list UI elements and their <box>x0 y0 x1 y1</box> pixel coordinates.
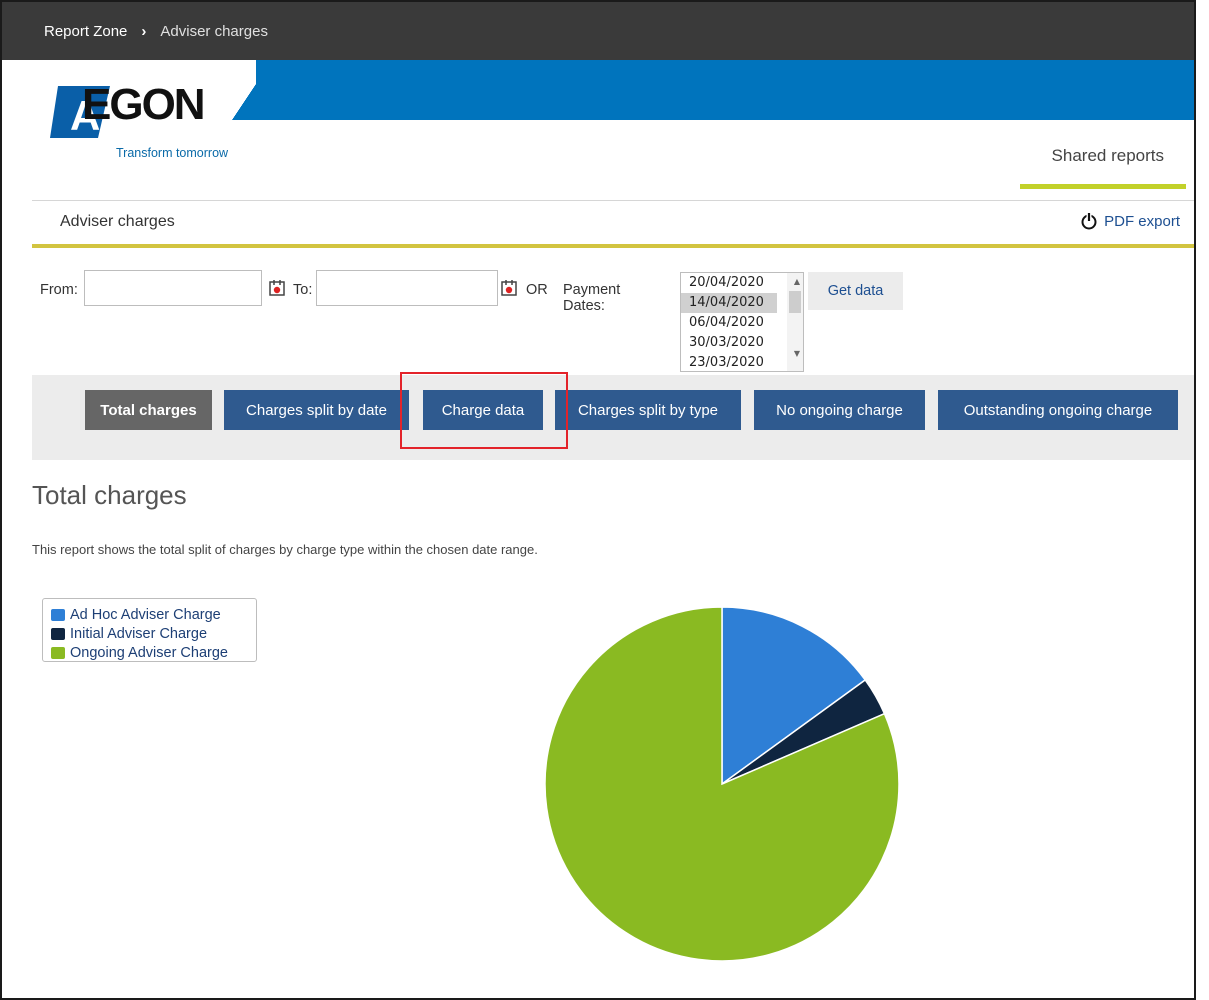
breadcrumb: Report Zone › Adviser charges <box>2 2 1194 60</box>
legend-swatch <box>51 608 65 621</box>
tab-charges-split-by-type[interactable]: Charges split by type <box>555 390 741 430</box>
legend-swatch <box>51 627 65 640</box>
legend-item[interactable]: Ad Hoc Adviser Charge <box>51 605 256 624</box>
listbox-scroll-thumb[interactable] <box>789 291 801 313</box>
legend-label: Ongoing Adviser Charge <box>70 644 228 661</box>
tab-charges-split-by-date[interactable]: Charges split by date <box>224 390 409 430</box>
tagline: Transform tomorrow <box>116 146 229 160</box>
tab-outstanding-ongoing-charge[interactable]: Outstanding ongoing charge <box>938 390 1178 430</box>
legend-swatch <box>51 646 65 659</box>
payment-dates-listbox[interactable]: 20/04/2020 14/04/2020 06/04/2020 30/03/2… <box>680 272 804 372</box>
payment-date-option[interactable]: 23/03/2020 <box>681 353 777 371</box>
payment-date-option[interactable]: 06/04/2020 <box>681 313 777 333</box>
power-icon <box>1081 212 1097 230</box>
scroll-down-icon[interactable]: ▼ <box>794 349 800 358</box>
chevron-right-icon: › <box>141 22 147 40</box>
pdf-export-button[interactable]: PDF export <box>1080 212 1180 230</box>
legend-label: Ad Hoc Adviser Charge <box>70 606 221 623</box>
section-underline <box>32 244 1194 248</box>
divider <box>32 200 1194 201</box>
tab-no-ongoing-charge[interactable]: No ongoing charge <box>754 390 925 430</box>
to-date-input[interactable] <box>316 270 498 306</box>
payment-date-option[interactable]: 20/04/2020 <box>681 273 777 293</box>
payment-date-option[interactable]: 30/03/2020 <box>681 333 777 353</box>
breadcrumb-root-link[interactable]: Report Zone <box>44 23 127 40</box>
payment-date-option-selected[interactable]: 14/04/2020 <box>681 293 777 313</box>
calendar-icon[interactable] <box>501 280 517 296</box>
pie-chart <box>544 606 900 962</box>
calendar-icon[interactable] <box>269 280 285 296</box>
or-label: OR <box>526 282 548 298</box>
chart-legend: Ad Hoc Adviser Charge Initial Adviser Ch… <box>42 598 257 662</box>
report-title: Total charges <box>32 480 187 510</box>
legend-item[interactable]: Initial Adviser Charge <box>51 624 256 643</box>
tab-total-charges[interactable]: Total charges <box>85 390 212 430</box>
nav-shared-reports[interactable]: Shared reports <box>1052 146 1164 166</box>
logo-wordmark: EGON <box>82 80 206 129</box>
tab-charge-data[interactable]: Charge data <box>423 390 543 430</box>
legend-item[interactable]: Ongoing Adviser Charge <box>51 643 256 662</box>
from-date-input[interactable] <box>84 270 262 306</box>
active-nav-underline <box>1020 184 1186 189</box>
brand-band <box>256 60 1194 120</box>
report-window: Report Zone › Adviser charges A EGON Tra… <box>0 0 1196 1000</box>
from-label: From: <box>40 282 78 298</box>
payment-dates-label: Payment Dates: <box>563 282 621 314</box>
report-description: This report shows the total split of cha… <box>32 542 538 557</box>
section-title: Adviser charges <box>60 213 175 230</box>
pdf-export-label: PDF export <box>1104 212 1180 230</box>
get-data-button[interactable]: Get data <box>808 272 903 310</box>
aegon-logo[interactable]: A EGON Transform tomorrow <box>50 76 260 166</box>
to-label: To: <box>293 282 313 298</box>
breadcrumb-current: Adviser charges <box>160 22 268 40</box>
scroll-up-icon[interactable]: ▲ <box>794 277 800 286</box>
legend-label: Initial Adviser Charge <box>70 625 208 642</box>
